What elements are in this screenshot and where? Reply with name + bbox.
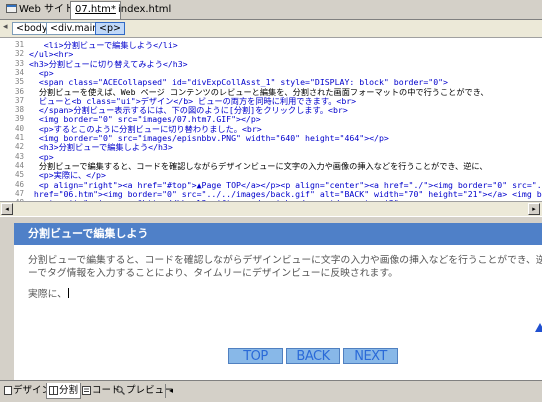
tag-p[interactable]: <p>	[95, 22, 125, 35]
scroll-right-icon[interactable]: ▸	[528, 203, 540, 215]
next-button[interactable]: NEXT	[343, 348, 398, 364]
quick-tag-selector: ◂ <body> <div.main> <p>	[0, 20, 542, 38]
design-left-margin	[0, 223, 14, 380]
code-view[interactable]: 31 <li>分割ビューで編集しよう</li> 32 </ul><hr> 33 <h3>…	[0, 38, 542, 201]
text-cursor	[67, 288, 69, 298]
tab-index-html-label: index.html	[118, 4, 172, 15]
back-arrow-icon[interactable]: ◂	[3, 22, 8, 32]
view-tab-split[interactable]: 分割	[46, 383, 82, 401]
design-view[interactable]: 分割ビューで編集しよう 分割ビューで編集すると、コードを確認しながらデザインビュ…	[14, 223, 542, 380]
split-view-icon	[49, 385, 58, 401]
design-paragraph-line-1: 分割ビューで編集すると、コードを確認しながらデザインビューに文字の入力や画像の挿…	[28, 255, 542, 266]
preview-icon	[116, 385, 125, 401]
code-view-icon	[82, 385, 91, 401]
view-switcher-bar: デザイン 分割 コード プレビュー ◂	[0, 380, 542, 402]
design-heading: 分割ビューで編集しよう	[14, 223, 542, 245]
page-top-triangle-icon	[535, 323, 542, 332]
tab-web-site-label: Web サイト	[19, 4, 74, 15]
web-site-icon	[6, 3, 17, 14]
design-paragraph: 分割ビューで編集すると、コードを確認しながらデザインビューに文字の入力や画像の挿…	[28, 254, 542, 301]
scroll-left-icon[interactable]: ◂	[1, 203, 13, 215]
document-tab-bar: Web サイト 07.htm* index.html	[0, 0, 542, 20]
design-paragraph-line-3: 実際に、	[28, 288, 69, 300]
top-button[interactable]: TOP	[228, 348, 283, 364]
design-view-icon	[4, 385, 12, 401]
code-horizontal-scrollbar[interactable]: ◂ ▸	[0, 201, 542, 216]
tab-index-html[interactable]: index.html	[114, 2, 175, 18]
design-paragraph-line-2: ーでタグ情報を入力することにより、タイムリーにデザインビューに反映されます。	[28, 268, 398, 279]
view-tab-split-label: 分割	[59, 385, 79, 396]
back-button[interactable]: BACK	[286, 348, 340, 364]
tab-web-site[interactable]: Web サイト	[2, 2, 78, 18]
tab-07-htm-label: 07.htm*	[75, 4, 116, 15]
view-bar-scroll-arrow-icon[interactable]: ◂	[165, 384, 176, 398]
